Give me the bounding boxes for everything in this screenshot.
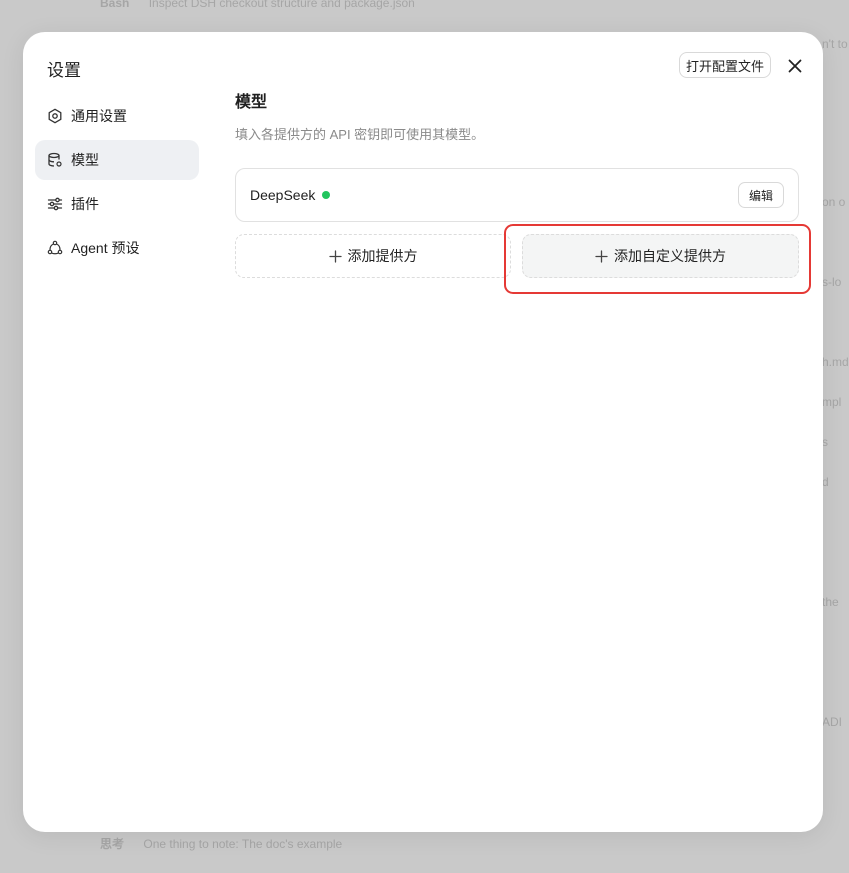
sliders-icon bbox=[47, 196, 63, 212]
background-fragment: n't to bbox=[822, 37, 848, 51]
section-description: 填入各提供方的 API 密钥即可使用其模型。 bbox=[235, 127, 485, 142]
database-icon bbox=[47, 152, 63, 168]
gear-icon bbox=[47, 108, 63, 124]
sidebar-item-models[interactable]: 模型 bbox=[35, 140, 199, 180]
edit-provider-button[interactable]: 编辑 bbox=[737, 182, 784, 208]
background-fragment: the bbox=[822, 595, 839, 609]
open-config-file-button[interactable]: 打开配置文件 bbox=[679, 52, 771, 78]
dialog-title: 设置 bbox=[47, 61, 81, 80]
background-fragment: on o bbox=[822, 195, 846, 209]
add-provider-button[interactable]: 添加提供方 bbox=[235, 234, 511, 278]
sidebar-item-label: 模型 bbox=[71, 152, 99, 168]
add-provider-label: 添加提供方 bbox=[347, 248, 418, 264]
models-panel: 模型 填入各提供方的 API 密钥即可使用其模型。 DeepSeek 编辑 添加… bbox=[235, 88, 799, 278]
agent-icon bbox=[47, 240, 63, 256]
sidebar-item-label: 插件 bbox=[71, 196, 99, 212]
settings-sidebar: 通用设置 模型 插件 Agent 预设 bbox=[35, 96, 199, 272]
sidebar-item-general[interactable]: 通用设置 bbox=[35, 96, 199, 136]
background-fragment: mpl bbox=[822, 395, 842, 409]
sidebar-item-label: 通用设置 bbox=[71, 108, 127, 124]
background-text: One thing to note: The doc's example bbox=[143, 837, 343, 851]
background-text: Inspect DSH checkout structure and packa… bbox=[148, 0, 415, 10]
background-fragment: s-lo bbox=[822, 275, 842, 289]
sidebar-item-agent-presets[interactable]: Agent 预设 bbox=[35, 228, 199, 268]
add-custom-provider-button[interactable]: 添加自定义提供方 bbox=[522, 234, 799, 278]
background-tag: 思考 bbox=[100, 837, 125, 851]
sidebar-item-plugins[interactable]: 插件 bbox=[35, 184, 199, 224]
background-log-line-bottom: 思考 One thing to note: The doc's example bbox=[100, 835, 342, 852]
section-title: 模型 bbox=[235, 94, 268, 111]
plus-icon bbox=[328, 249, 342, 263]
background-log-line-top: Bash Inspect DSH checkout structure and … bbox=[100, 0, 415, 10]
settings-dialog: 设置 打开配置文件 通用设置 模型 插件 Agent 预设 模型 填入各提供方的… bbox=[23, 32, 823, 832]
add-provider-row: 添加提供方 添加自定义提供方 bbox=[235, 234, 799, 278]
provider-card: DeepSeek 编辑 bbox=[235, 168, 799, 222]
status-dot bbox=[322, 191, 331, 199]
plus-icon bbox=[595, 249, 608, 263]
background-fragment: h.md bbox=[822, 355, 849, 369]
background-fragment: d bbox=[822, 475, 829, 489]
add-custom-provider-label: 添加自定义提供方 bbox=[614, 248, 726, 264]
background-tag: Bash bbox=[100, 0, 130, 10]
provider-name: DeepSeek bbox=[250, 187, 316, 203]
background-fragment: ADI bbox=[822, 715, 843, 729]
close-icon bbox=[788, 59, 802, 73]
sidebar-item-label: Agent 预设 bbox=[71, 240, 140, 256]
close-button[interactable] bbox=[785, 56, 805, 76]
